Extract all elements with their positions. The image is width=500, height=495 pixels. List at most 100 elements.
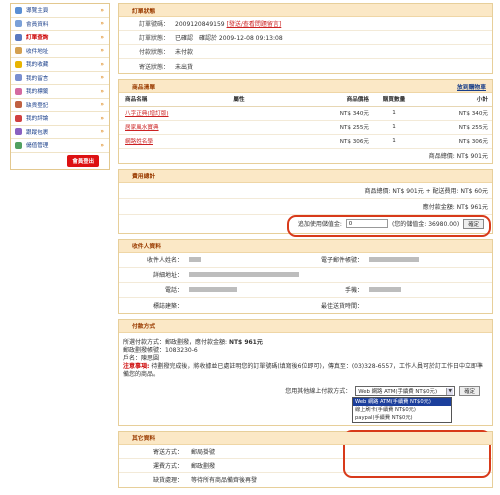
masked-value (189, 257, 201, 262)
chevron-right-icon: » (100, 87, 104, 95)
masked-value (369, 287, 401, 292)
other-row: 缺貨處理： 等待所有商品備齊後再發 (152, 477, 258, 484)
sidebar-item[interactable]: 我的收藏 » (11, 58, 109, 72)
product-price: NT$ 255元 (339, 125, 369, 131)
items-table: 商品名稱 屬性 商品價格 購買數量 小計 八字正典(增訂版) NT$ 340元 1 N… (119, 93, 492, 149)
chevron-right-icon: » (100, 47, 104, 55)
col-name: 商品名稱 (119, 93, 204, 107)
fees-panel: 費用總計 商品總價: NT$ 901元 + 配送費用: NT$ 60元 應付款金… (118, 168, 493, 237)
credit-input[interactable] (345, 219, 388, 228)
sidebar-item-label: 我的評論 (26, 116, 49, 123)
recipient-row: 詳細地址： (119, 268, 492, 283)
sidebar-item[interactable]: 收件地址 » (11, 45, 109, 58)
shipping-state-row: 寄送狀態： 未出貨 (119, 59, 492, 73)
sidebar-item-label: 會員資料 (26, 21, 49, 28)
payment-change-row: 您用其他線上付款方式： Web 網路 ATM(手續費 NT$0元) ▼ 確定 W… (119, 383, 492, 423)
other-row: 寄送方式： 郵局掛號 (119, 445, 492, 459)
chevron-down-icon[interactable]: ▼ (446, 387, 454, 395)
chevron-right-icon: » (100, 74, 104, 82)
payment-title: 付款方式 (119, 319, 492, 333)
item-list-panel: 商品清單 放到購物車 商品名稱 屬性 商品價格 購買數量 小計 八字正典(增訂版… (118, 79, 493, 164)
sidebar-item[interactable]: 訂單查詢 » (11, 31, 109, 45)
table-row: 網路姓名學 NT$ 306元 1 NT$ 306元 (119, 134, 492, 149)
payment-method-select[interactable]: Web 網路 ATM(手續費 NT$0元) ▼ (355, 385, 456, 396)
product-name-link[interactable]: 居家風水寶典 (125, 125, 159, 131)
chevron-right-icon: » (100, 101, 104, 109)
order-status-title: 訂單狀態 (119, 4, 492, 17)
logout-button[interactable]: 會員登出 (67, 154, 99, 167)
masked-value (369, 257, 419, 262)
other-panel: 其它資料 寄送方式： 郵局掛號 運費方式： 郵政劃撥 缺貨處理： 等待所有商品備… (118, 430, 493, 488)
product-price: NT$ 306元 (339, 139, 369, 145)
sidebar-item[interactable]: 儲值管理 » (11, 139, 109, 153)
package-icon (15, 128, 22, 136)
col-qty: 購買數量 (369, 93, 419, 107)
sidebar-item[interactable]: 會員資料 » (11, 18, 109, 31)
order-icon (15, 33, 22, 41)
table-row: 八字正典(增訂版) NT$ 340元 1 NT$ 340元 (119, 106, 492, 121)
payment-option[interactable]: 線上刷卡(手續費 NT$0元) (353, 406, 451, 414)
payment-state-value: 未付款 (175, 49, 194, 56)
recipient-row: 電話： 手機： (119, 283, 492, 298)
home-icon (15, 6, 22, 14)
address-icon (15, 47, 22, 55)
other-title: 其它資料 (119, 431, 492, 445)
sidebar-item-label: 訂單查詢 (26, 35, 49, 42)
masked-value (189, 272, 299, 277)
payment-option[interactable]: Web 網路 ATM(手續費 NT$0元) (353, 397, 451, 406)
member-icon (15, 20, 22, 28)
credit-label: 追加使用儲值金: (297, 221, 342, 228)
flag-icon (15, 114, 22, 122)
message-link[interactable]: [發送/查看問題留言] (227, 21, 282, 28)
product-qty: 1 (392, 124, 396, 130)
order-detail: 訂單狀態 訂單號碼： 2009120849159 [發送/查看問題留言] 訂單狀… (118, 3, 493, 493)
order-state-row: 訂單狀態： 已確認 確認於 2009-12-08 09:13:08 (119, 31, 492, 45)
shipping-state-label: 寄送狀態： (138, 63, 169, 71)
payment-panel: 付款方式 所選付款方式：郵政劃撥，應付款金額: NT$ 961元 郵政劃撥帳號：… (118, 318, 493, 478)
payment-info: 所選付款方式：郵政劃撥，應付款金額: NT$ 961元 郵政劃撥帳號：10832… (119, 333, 492, 383)
notice-label: 注意事項: (123, 362, 150, 370)
account-name: 戶名：陳思圓 (123, 354, 160, 362)
sidebar-item-label: 導覽主頁 (26, 8, 49, 15)
order-number-value: 2009120849159 (175, 21, 225, 28)
sidebar-item[interactable]: 缺貨登記 » (11, 99, 109, 112)
fees-breakdown: 商品總價: NT$ 901元 + 配送費用: NT$ 60元 (119, 183, 492, 199)
sidebar-item[interactable]: 我的標籤 » (11, 85, 109, 99)
product-name-link[interactable]: 八字正典(增訂版) (125, 111, 169, 117)
add-to-cart-link[interactable]: 放到購物車 (457, 82, 486, 91)
chevron-right-icon: » (100, 128, 104, 136)
chevron-right-icon: » (100, 33, 104, 41)
member-sidebar: 導覽主頁 » 會員資料 » 訂單查詢 » 收件地址 » 我的收藏 » 我的留言 » 我的標籤 » 缺貨登記 »… (10, 3, 110, 170)
payment-option[interactable]: paypal(手續費 NT$0元) (353, 414, 451, 422)
product-price: NT$ 340元 (339, 111, 369, 117)
amount-due: 應付款金額: NT$ 961元 (119, 199, 492, 215)
sidebar-item[interactable]: 跟蹤包裹 » (11, 126, 109, 139)
chevron-right-icon: » (100, 141, 104, 149)
payment-amount: NT$ 961元 (228, 338, 263, 346)
sidebar-item[interactable]: 我的留言 » (11, 72, 109, 85)
credit-confirm-button[interactable]: 確定 (463, 218, 484, 229)
chevron-right-icon: » (100, 6, 104, 14)
sidebar-item[interactable]: 導覽主頁 » (11, 4, 109, 18)
product-name-link[interactable]: 網路姓名學 (125, 139, 153, 145)
sidebar-item-label: 我的收藏 (26, 62, 49, 69)
product-subtotal: NT$ 255元 (458, 125, 488, 131)
table-row: 居家風水寶典 NT$ 255元 1 NT$ 255元 (119, 120, 492, 135)
postal-account: 郵政劃撥帳號：1083230-6 (123, 346, 198, 354)
payment-confirm-button[interactable]: 確定 (459, 385, 480, 396)
sidebar-item-label: 缺貨登記 (26, 102, 49, 109)
recipient-panel: 收件人資料 收件人姓名： 電子郵件帳號： 詳細地址： 電話： 手機： 標誌建築：… (118, 238, 493, 314)
sidebar-item-label: 收件地址 (26, 48, 49, 55)
masked-value (189, 287, 237, 292)
sidebar-item[interactable]: 我的評論 » (11, 112, 109, 126)
chevron-right-icon: » (100, 114, 104, 122)
col-subtotal: 小計 (419, 93, 492, 107)
other-row: 運費方式： 郵政劃撥 (119, 459, 492, 473)
message-icon (15, 74, 22, 82)
recipient-row: 標誌建築： 最佳送貨時間： (152, 302, 363, 310)
sidebar-item-label: 儲值管理 (26, 143, 49, 150)
chevron-right-icon: » (100, 20, 104, 28)
tag-icon (15, 87, 22, 95)
change-payment-label: 您用其他線上付款方式： (285, 388, 352, 395)
star-icon (15, 60, 22, 68)
